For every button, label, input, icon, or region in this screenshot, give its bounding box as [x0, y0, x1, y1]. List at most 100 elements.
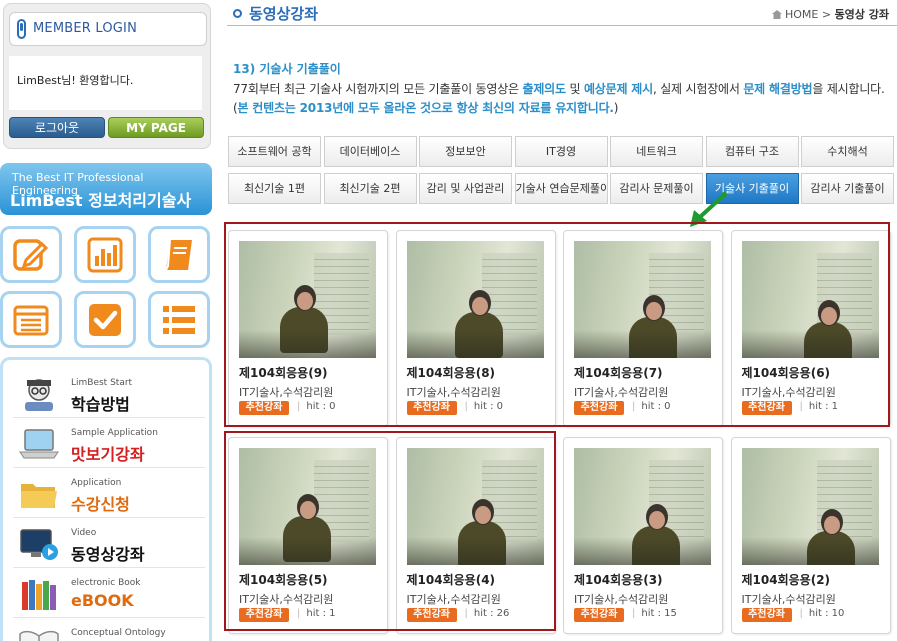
tab-1-6[interactable]: 감리사 기출풀이 — [801, 173, 894, 204]
hit-separator: | — [799, 608, 803, 619]
hit-value: 10 — [831, 608, 845, 619]
hit-count: | hit : 10 — [800, 608, 845, 619]
tab-0-1[interactable]: 데이터베이스 — [323, 136, 417, 167]
video-title[interactable]: 제104회응용(7) — [574, 364, 663, 381]
hit-separator: | — [297, 608, 301, 619]
video-thumbnail[interactable] — [239, 241, 376, 358]
video-card[interactable]: 제104회응용(2) IT기술사,수석감리원 추천강좌 | hit : 10 — [730, 437, 891, 634]
video-thumbnail[interactable] — [574, 241, 711, 358]
sidebar-item-3[interactable]: Video 동영상강좌 — [13, 520, 205, 568]
section-title: 13) 기술사 기출풀이 — [233, 62, 341, 76]
video-title[interactable]: 제104회응용(8) — [407, 364, 496, 381]
video-title[interactable]: 제104회응용(3) — [574, 571, 663, 588]
hit-count: | hit : 0 — [632, 401, 671, 412]
monitor-play-icon — [17, 526, 61, 562]
video-card[interactable]: 제104회응용(3) IT기술사,수석감리원 추천강좌 | hit : 15 — [563, 437, 723, 634]
recommend-badge: 추천강좌 — [741, 608, 792, 622]
video-thumbnail[interactable] — [574, 448, 711, 565]
desc-highlight: 본 컨텐츠는 2013년에 모두 올라온 것으로 항상 최신의 자료를 유지합니… — [237, 101, 614, 115]
student-icon — [17, 376, 61, 412]
video-thumbnail[interactable] — [741, 241, 879, 358]
section-intro: 13) 기술사 기출풀이 77회부터 최근 기술사 시험까지의 모든 기출풀이 … — [233, 60, 893, 118]
sidebar: MEMBER LOGIN LimBest님! 환영합니다. 로그아웃 MY PA… — [0, 0, 214, 641]
hit-separator: | — [297, 401, 301, 412]
tab-0-0[interactable]: 소프트웨어 공학 — [228, 136, 321, 167]
recommend-badge: 추천강좌 — [406, 608, 457, 622]
recommend-badge: 추천강좌 — [574, 608, 624, 622]
hit-label: hit : — [808, 401, 829, 412]
books-icon — [17, 576, 61, 612]
video-thumbnail[interactable] — [239, 448, 376, 565]
mypage-button[interactable]: MY PAGE — [108, 117, 204, 138]
sidebar-item-4[interactable]: electronic Book eBOOK — [13, 570, 205, 618]
checkbox-icon[interactable] — [74, 291, 136, 348]
bar-chart-icon[interactable] — [74, 226, 136, 283]
sidebar-item-caption: Conceptual Ontology — [71, 628, 166, 638]
video-thumbnail[interactable] — [741, 448, 879, 565]
hit-count: | hit : 1 — [297, 608, 336, 619]
home-icon — [771, 10, 782, 19]
sidebar-item-caption: Sample Application — [71, 428, 158, 438]
pencil-icon[interactable] — [0, 226, 62, 283]
green-arrow-icon — [690, 192, 727, 227]
lecturer-face — [474, 506, 491, 524]
sidebar-item-caption: Video — [71, 528, 97, 538]
video-card[interactable]: 제104회응용(8) IT기술사,수석감리원 추천강좌 | hit : 0 — [395, 230, 556, 427]
hit-label: hit : — [641, 401, 661, 412]
breadcrumb-separator: > — [821, 8, 832, 21]
tab-1-0[interactable]: 최신기술 1편 — [228, 173, 321, 204]
sidebar-item-5[interactable]: Conceptual Ontology개념 온톨로지 학습 — [13, 620, 205, 641]
video-instructor: IT기술사,수석감리원 — [239, 386, 334, 399]
video-instructor: IT기술사,수석감리원 — [406, 386, 501, 399]
video-card[interactable]: 제104회응용(5) IT기술사,수석감리원 추천강좌 | hit : 1 — [228, 437, 388, 634]
video-title[interactable]: 제104회응용(5) — [239, 571, 328, 588]
video-card[interactable]: 제104회응용(9) IT기술사,수석감리원 추천강좌 | hit : 0 — [228, 230, 388, 427]
tab-0-5[interactable]: 컴퓨터 구조 — [705, 136, 799, 167]
desc-highlight: 문제 해결방법 — [743, 82, 813, 96]
welcome-box: LimBest님! 환영합니다. — [9, 56, 202, 110]
tab-0-3[interactable]: IT경영 — [514, 136, 608, 167]
desc-text: 및 — [565, 82, 584, 96]
video-title[interactable]: 제104회응용(9) — [239, 364, 328, 381]
hit-separator: | — [632, 608, 636, 619]
calendar-icon[interactable] — [0, 291, 62, 348]
tab-1-1[interactable]: 최신기술 2편 — [323, 173, 417, 204]
video-title[interactable]: 제104회응용(4) — [407, 571, 496, 588]
video-card[interactable]: 제104회응용(7) IT기술사,수석감리원 추천강좌 | hit : 0 — [563, 230, 723, 427]
book-icon[interactable] — [148, 226, 210, 283]
hit-separator: | — [464, 401, 468, 412]
welcome-text: LimBest님! 환영합니다. — [17, 74, 134, 87]
video-thumbnail[interactable] — [406, 241, 544, 358]
video-card[interactable]: 제104회응용(6) IT기술사,수석감리원 추천강좌 | hit : 1 — [730, 230, 891, 427]
breadcrumb-home[interactable]: HOME — [785, 8, 818, 21]
limbest-banner[interactable]: The Best IT Professional Engineering Lim… — [0, 163, 212, 215]
sidebar-item-1[interactable]: Sample Application 맛보기강좌 — [13, 420, 205, 468]
tab-0-6[interactable]: 수치해석 — [801, 136, 894, 167]
hit-label: hit : — [306, 608, 326, 619]
open-book-icon — [17, 626, 61, 641]
recommend-badge: 추천강좌 — [239, 608, 289, 622]
hit-value: 15 — [664, 608, 677, 619]
hit-value: 0 — [329, 401, 336, 412]
member-login-label: MEMBER LOGIN — [33, 21, 137, 36]
lecturer-face — [300, 501, 316, 519]
tab-0-2[interactable]: 정보보안 — [419, 136, 512, 167]
hit-value: 26 — [496, 608, 510, 619]
sidebar-item-2[interactable]: Application 수강신청 — [13, 470, 205, 518]
breadcrumb: HOME > 동영상 강좌 — [771, 6, 889, 22]
thumbnail-shade — [239, 330, 376, 358]
video-title[interactable]: 제104회응용(2) — [742, 571, 831, 588]
tab-1-2[interactable]: 감리 및 사업관리 — [419, 173, 512, 204]
quick-icon-grid — [0, 226, 214, 350]
tab-1-3[interactable]: 기술사 연습문제풀이 — [514, 173, 608, 204]
video-card[interactable]: 제104회응용(4) IT기술사,수석감리원 추천강좌 | hit : 26 — [395, 437, 556, 634]
list-icon[interactable] — [148, 291, 210, 348]
thumbnail-shade — [741, 330, 879, 358]
thumbnail-shade — [741, 537, 879, 565]
video-thumbnail[interactable] — [406, 448, 544, 565]
logout-button[interactable]: 로그아웃 — [9, 117, 105, 138]
sidebar-item-0[interactable]: LimBest Start 학습방법 — [13, 370, 205, 418]
video-title[interactable]: 제104회응용(6) — [742, 364, 831, 381]
tab-0-4[interactable]: 네트워크 — [610, 136, 703, 167]
main-content: 동영상강좌 HOME > 동영상 강좌 13) 기술사 기출풀이 77회부터 최… — [224, 0, 897, 641]
